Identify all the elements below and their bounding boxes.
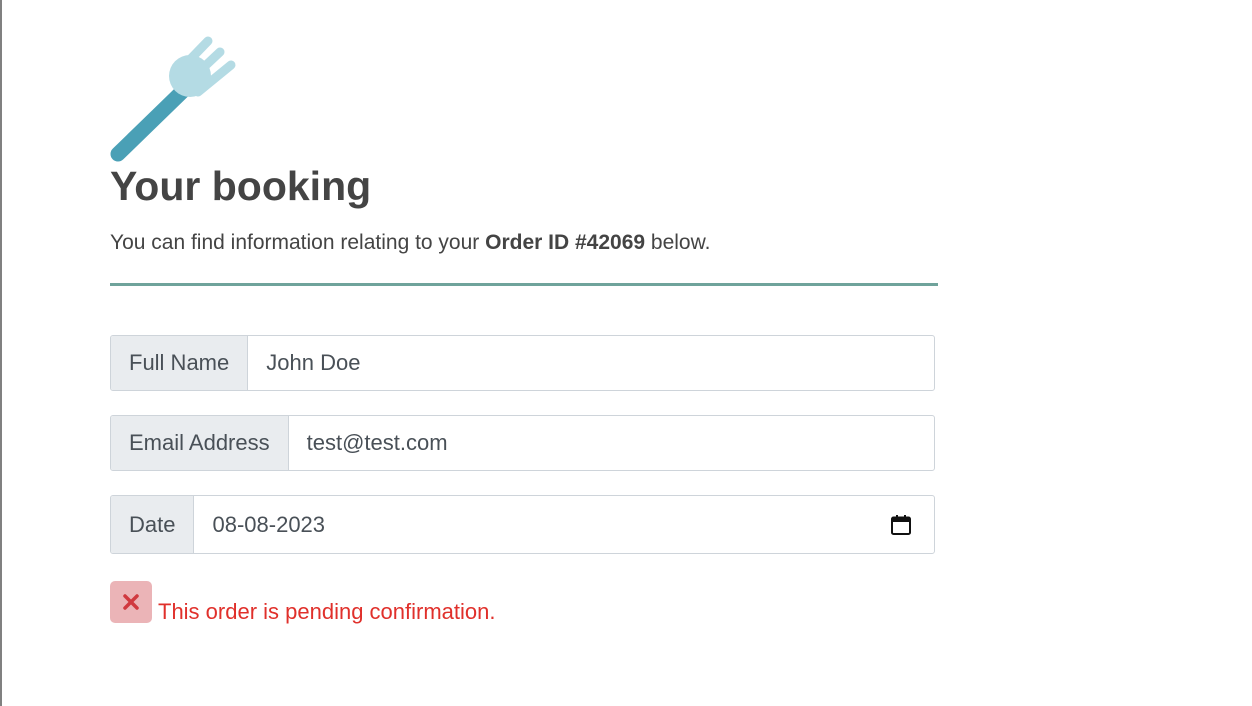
email-group: Email Address test@test.com [110, 415, 935, 471]
window-edge [0, 0, 2, 706]
email-label: Email Address [111, 416, 289, 470]
divider [110, 283, 938, 286]
email-field[interactable]: test@test.com [289, 416, 934, 470]
intro-suffix: below. [645, 231, 711, 254]
date-group: Date 08-08-2023 [110, 495, 935, 554]
full-name-label: Full Name [111, 336, 249, 390]
date-field[interactable]: 08-08-2023 [194, 496, 934, 553]
intro-text: You can find information relating to you… [110, 230, 710, 256]
date-label: Date [111, 496, 195, 553]
fork-icon [110, 34, 240, 164]
order-id: Order ID #42069 [485, 231, 646, 254]
status-message: This order is pending confirmation. [110, 581, 496, 624]
intro-prefix: You can find information relating to you… [110, 231, 486, 254]
full-name-group: Full Name John Doe [110, 335, 935, 391]
full-name-field[interactable]: John Doe [248, 336, 934, 390]
date-value: 08-08-2023 [212, 511, 326, 537]
page-title: Your booking [110, 163, 372, 209]
calendar-icon[interactable] [890, 514, 912, 536]
close-icon [110, 581, 152, 623]
status-text: This order is pending confirmation. [158, 599, 496, 624]
